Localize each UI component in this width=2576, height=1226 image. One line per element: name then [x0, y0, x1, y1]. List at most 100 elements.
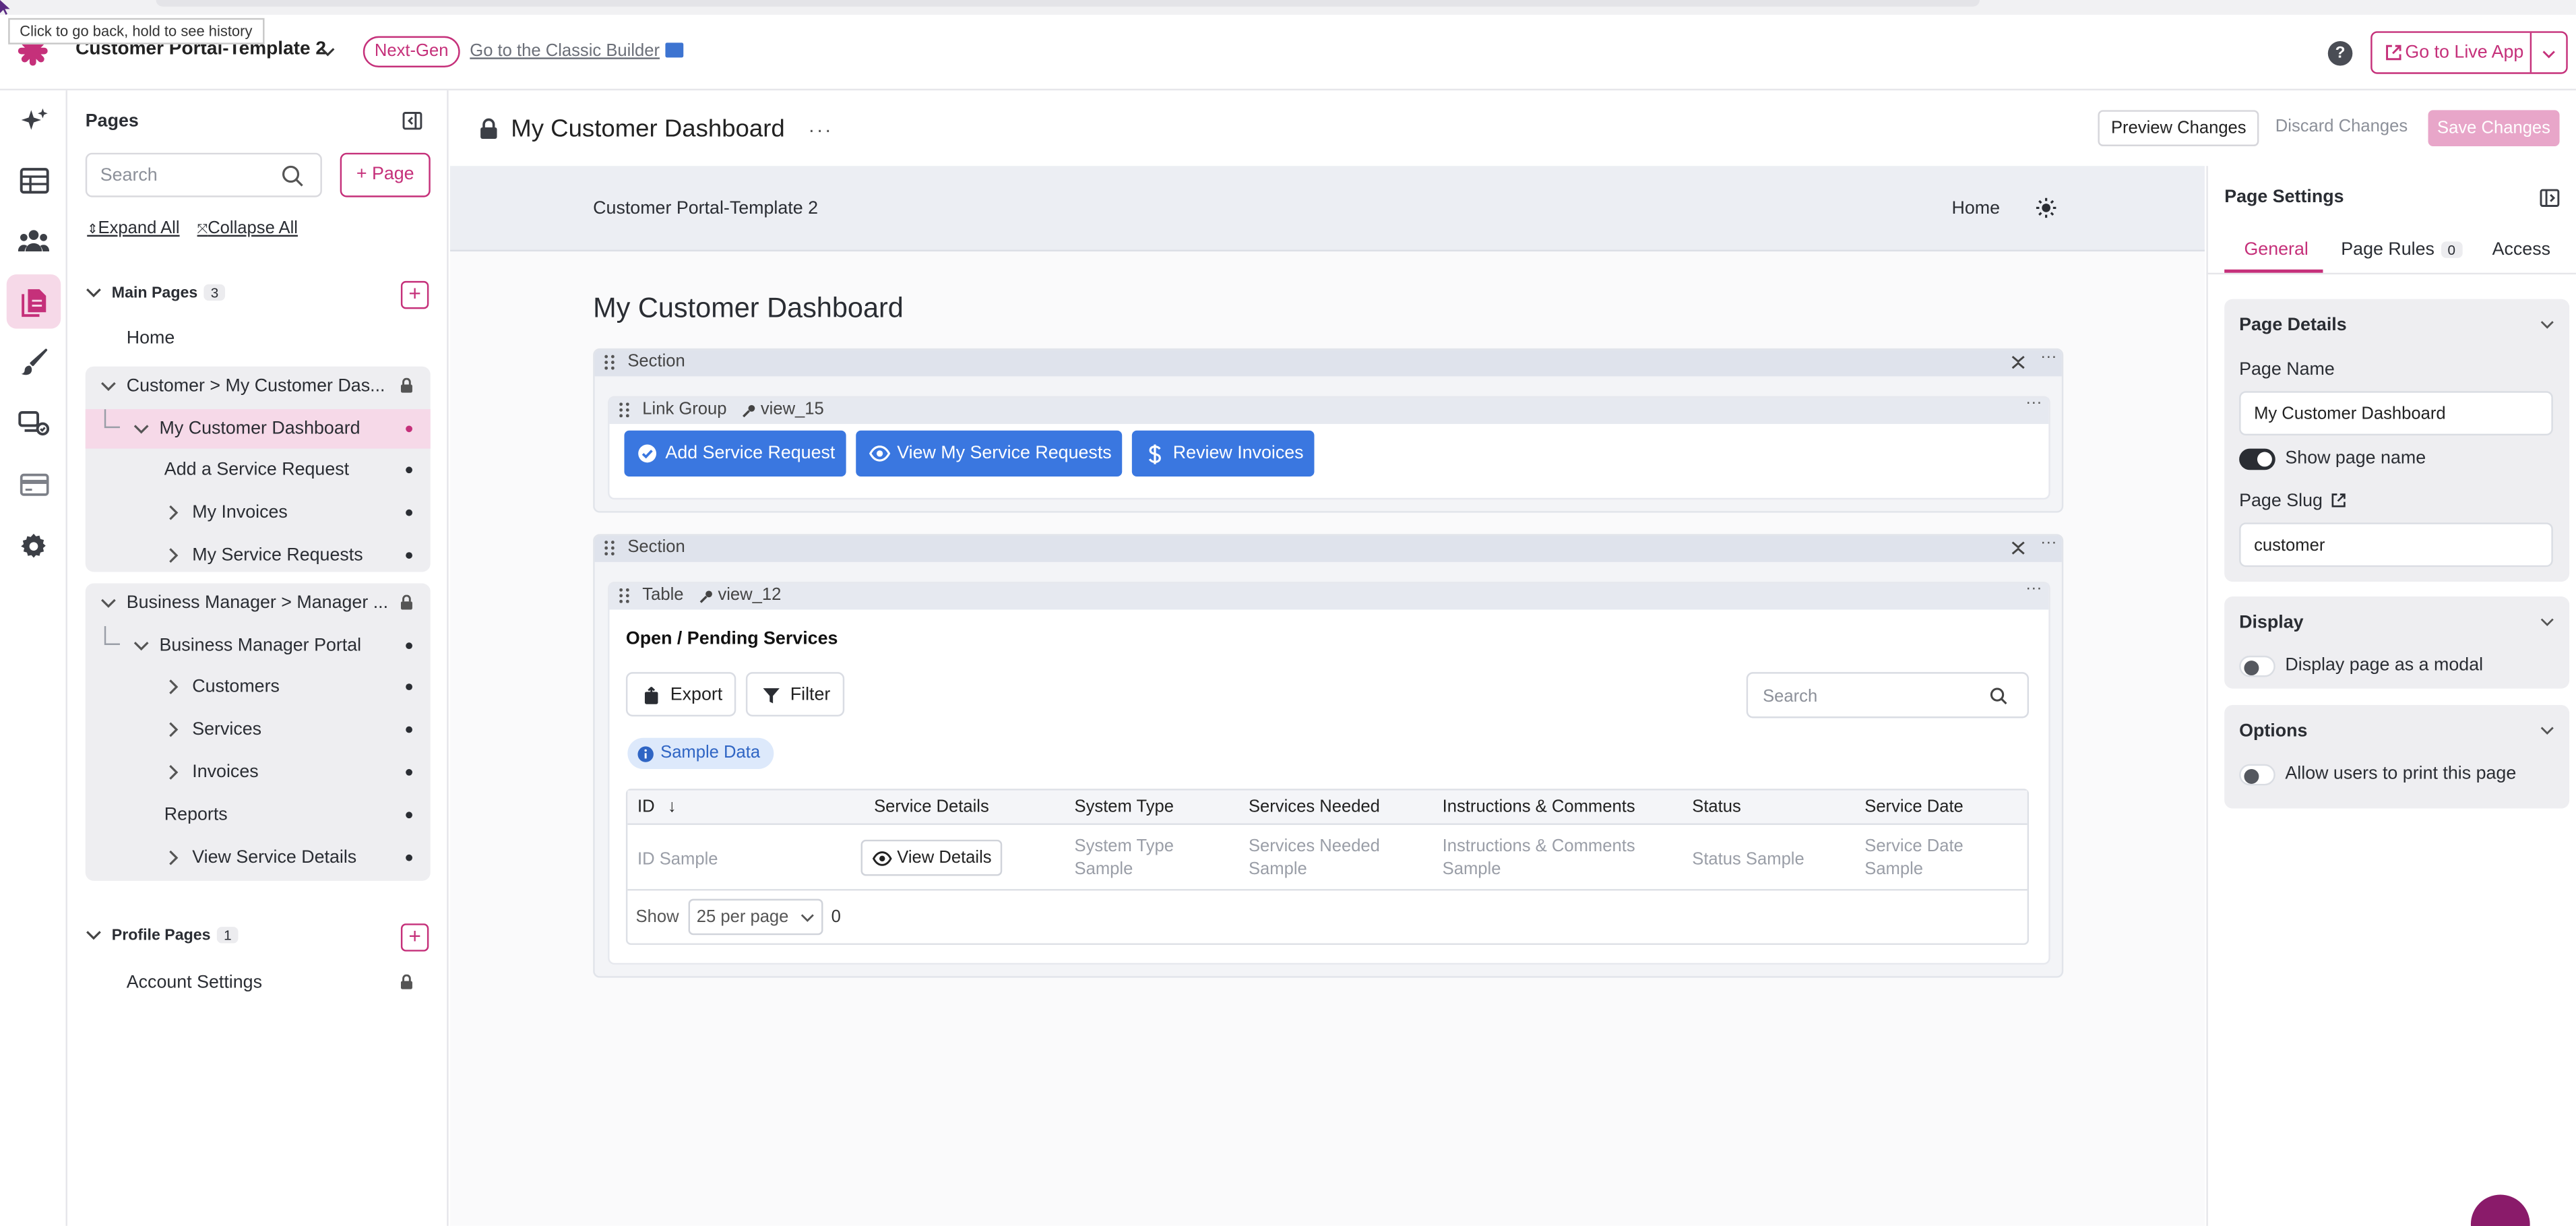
sort-down-icon[interactable]: ↓ [668, 797, 677, 816]
add-service-request-button[interactable]: Add Service Request [624, 430, 846, 477]
page-item-label[interactable]: Add a Service Request [164, 460, 349, 480]
chevron-down-icon[interactable] [100, 596, 117, 610]
chevron-down-icon[interactable] [133, 423, 149, 436]
button-label[interactable]: View My Service Requests [897, 431, 1111, 477]
drag-handle-icon[interactable] [619, 402, 629, 418]
page-item-label[interactable]: Business Manager Portal [159, 636, 361, 656]
chevron-down-icon[interactable] [2540, 319, 2554, 330]
brush-icon[interactable] [7, 335, 61, 389]
classic-builder-link[interactable]: Go to the Classic Builder [470, 41, 683, 61]
profile-pages-group[interactable]: Profile Pages 1 [86, 927, 239, 945]
export-button[interactable]: Export [625, 672, 736, 717]
page-item-customers[interactable]: Customers [86, 667, 431, 707]
live-app-dropdown-chevron-icon[interactable] [2540, 46, 2558, 62]
classic-builder-link-label[interactable]: Go to the Classic Builder [470, 41, 660, 61]
customer-group-label[interactable]: Customer > My Customer Das... [127, 376, 385, 396]
collapse-section-icon[interactable] [2011, 355, 2025, 370]
collapse-all-link[interactable]: ⤧Collapse All [197, 218, 298, 238]
main-pages-group[interactable]: Main Pages 3 [86, 284, 226, 303]
collapse-section-icon[interactable] [2011, 541, 2025, 555]
view-details-button[interactable]: View Details [860, 839, 1003, 876]
view-details-label[interactable]: View Details [897, 848, 991, 867]
chevron-down-icon[interactable] [133, 639, 149, 652]
column-header-id[interactable]: ID ↓ [637, 797, 677, 816]
site-nav-home[interactable]: Home [1951, 199, 2000, 218]
column-header-id-label[interactable]: ID [637, 797, 655, 816]
drag-handle-icon[interactable] [604, 355, 615, 370]
users-icon[interactable] [7, 214, 61, 268]
flows-icon[interactable] [7, 396, 61, 450]
per-page-select[interactable]: 25 per page [688, 898, 823, 936]
per-page-value[interactable]: 25 per page [697, 907, 789, 927]
add-page-button[interactable]: + Page [340, 152, 431, 197]
preview-changes-button[interactable]: Preview Changes [2098, 110, 2260, 146]
expand-all-link[interactable]: ⇕Expand All [87, 218, 179, 238]
allow-print-toggle[interactable] [2239, 764, 2275, 786]
page-item-label[interactable]: My Invoices [192, 503, 288, 522]
chevron-down-icon[interactable] [100, 379, 117, 393]
column-header[interactable]: System Type [1075, 797, 1174, 816]
page-details-header[interactable]: Page Details [2239, 315, 2347, 335]
page-item-add-service-request[interactable]: Add a Service Request [86, 450, 431, 490]
page-item-label[interactable]: My Service Requests [192, 545, 363, 565]
collapse-all-label[interactable]: Collapse All [208, 218, 298, 238]
page-item-label[interactable]: Reports [164, 805, 228, 825]
chevron-down-icon[interactable] [2540, 616, 2554, 627]
add-main-page-button[interactable]: + [400, 280, 429, 309]
column-header[interactable]: Status [1692, 797, 1741, 816]
chevron-right-icon[interactable] [168, 547, 179, 563]
page-item-view-service-details[interactable]: View Service Details [86, 838, 431, 878]
app-switcher-chevron-icon[interactable] [319, 42, 337, 61]
view-my-service-requests-button[interactable]: View My Service Requests [856, 430, 1123, 477]
chevron-right-icon[interactable] [168, 849, 179, 865]
expand-all-label[interactable]: Expand All [98, 218, 180, 238]
customer-group-row[interactable]: Customer > My Customer Das... [86, 367, 431, 406]
page-item-home[interactable]: Home [86, 319, 431, 359]
chevron-right-icon[interactable] [168, 679, 179, 695]
page-item-label[interactable]: Account Settings [127, 973, 262, 992]
view-more-icon[interactable]: ··· [2025, 394, 2042, 412]
collapse-panel-icon[interactable] [402, 112, 422, 130]
column-header[interactable]: Service Details [874, 797, 989, 816]
options-header[interactable]: Options [2239, 721, 2307, 741]
drag-handle-icon[interactable] [604, 541, 615, 556]
page-item-label[interactable]: Services [192, 720, 261, 739]
pages-search-input[interactable]: Search [85, 152, 322, 197]
page-item-label[interactable]: View Service Details [192, 848, 356, 867]
chevron-right-icon[interactable] [168, 721, 179, 737]
page-item-business-manager-portal[interactable]: Business Manager Portal [86, 625, 431, 666]
button-label[interactable]: Review Invoices [1173, 431, 1304, 477]
go-to-live-app-button[interactable]: Go to Live App [2370, 31, 2568, 74]
tab-page-rules-label[interactable]: Page Rules [2341, 240, 2434, 259]
drag-handle-icon[interactable] [619, 588, 629, 603]
page-more-menu-icon[interactable]: ··· [809, 119, 834, 142]
ai-sparkle-icon[interactable] [7, 94, 61, 148]
display-header[interactable]: Display [2239, 613, 2303, 632]
section-link-group[interactable]: Section ··· Link Group view_15 ··· Add S… [593, 348, 2064, 513]
page-name-input[interactable]: My Customer Dashboard [2239, 391, 2553, 436]
page-item-label[interactable]: My Customer Dashboard [159, 419, 360, 439]
page-item-reports[interactable]: Reports [86, 795, 431, 835]
tab-page-rules[interactable]: Page Rules 0 [2341, 240, 2462, 259]
view-more-icon[interactable]: ··· [2025, 580, 2042, 599]
discard-changes-button[interactable]: Discard Changes [2275, 117, 2408, 136]
link-group-view[interactable]: Link Group view_15 ··· Add Service Reque… [608, 394, 2050, 500]
page-slug-input[interactable]: customer [2239, 522, 2553, 568]
page-item-label[interactable]: Customers [192, 677, 280, 696]
tab-general[interactable]: General [2244, 240, 2308, 259]
display-as-modal-toggle[interactable] [2239, 655, 2275, 677]
page-item-services[interactable]: Services [86, 710, 431, 749]
help-icon[interactable]: ? [2327, 40, 2353, 66]
show-page-name-toggle[interactable] [2239, 448, 2275, 470]
section-more-icon[interactable]: ··· [2040, 534, 2056, 552]
page-item-home-label[interactable]: Home [127, 329, 175, 348]
collapse-settings-icon[interactable] [2540, 189, 2560, 207]
theme-sun-icon[interactable] [2036, 197, 2057, 219]
page-item-invoices[interactable]: Invoices [86, 753, 431, 793]
pages-icon[interactable] [6, 274, 61, 329]
data-table-icon[interactable] [7, 153, 61, 207]
chevron-right-icon[interactable] [168, 764, 179, 780]
section-more-icon[interactable]: ··· [2040, 348, 2056, 367]
add-profile-page-button[interactable]: + [400, 923, 429, 952]
manager-group-label[interactable]: Business Manager > Manager ... [127, 593, 388, 613]
